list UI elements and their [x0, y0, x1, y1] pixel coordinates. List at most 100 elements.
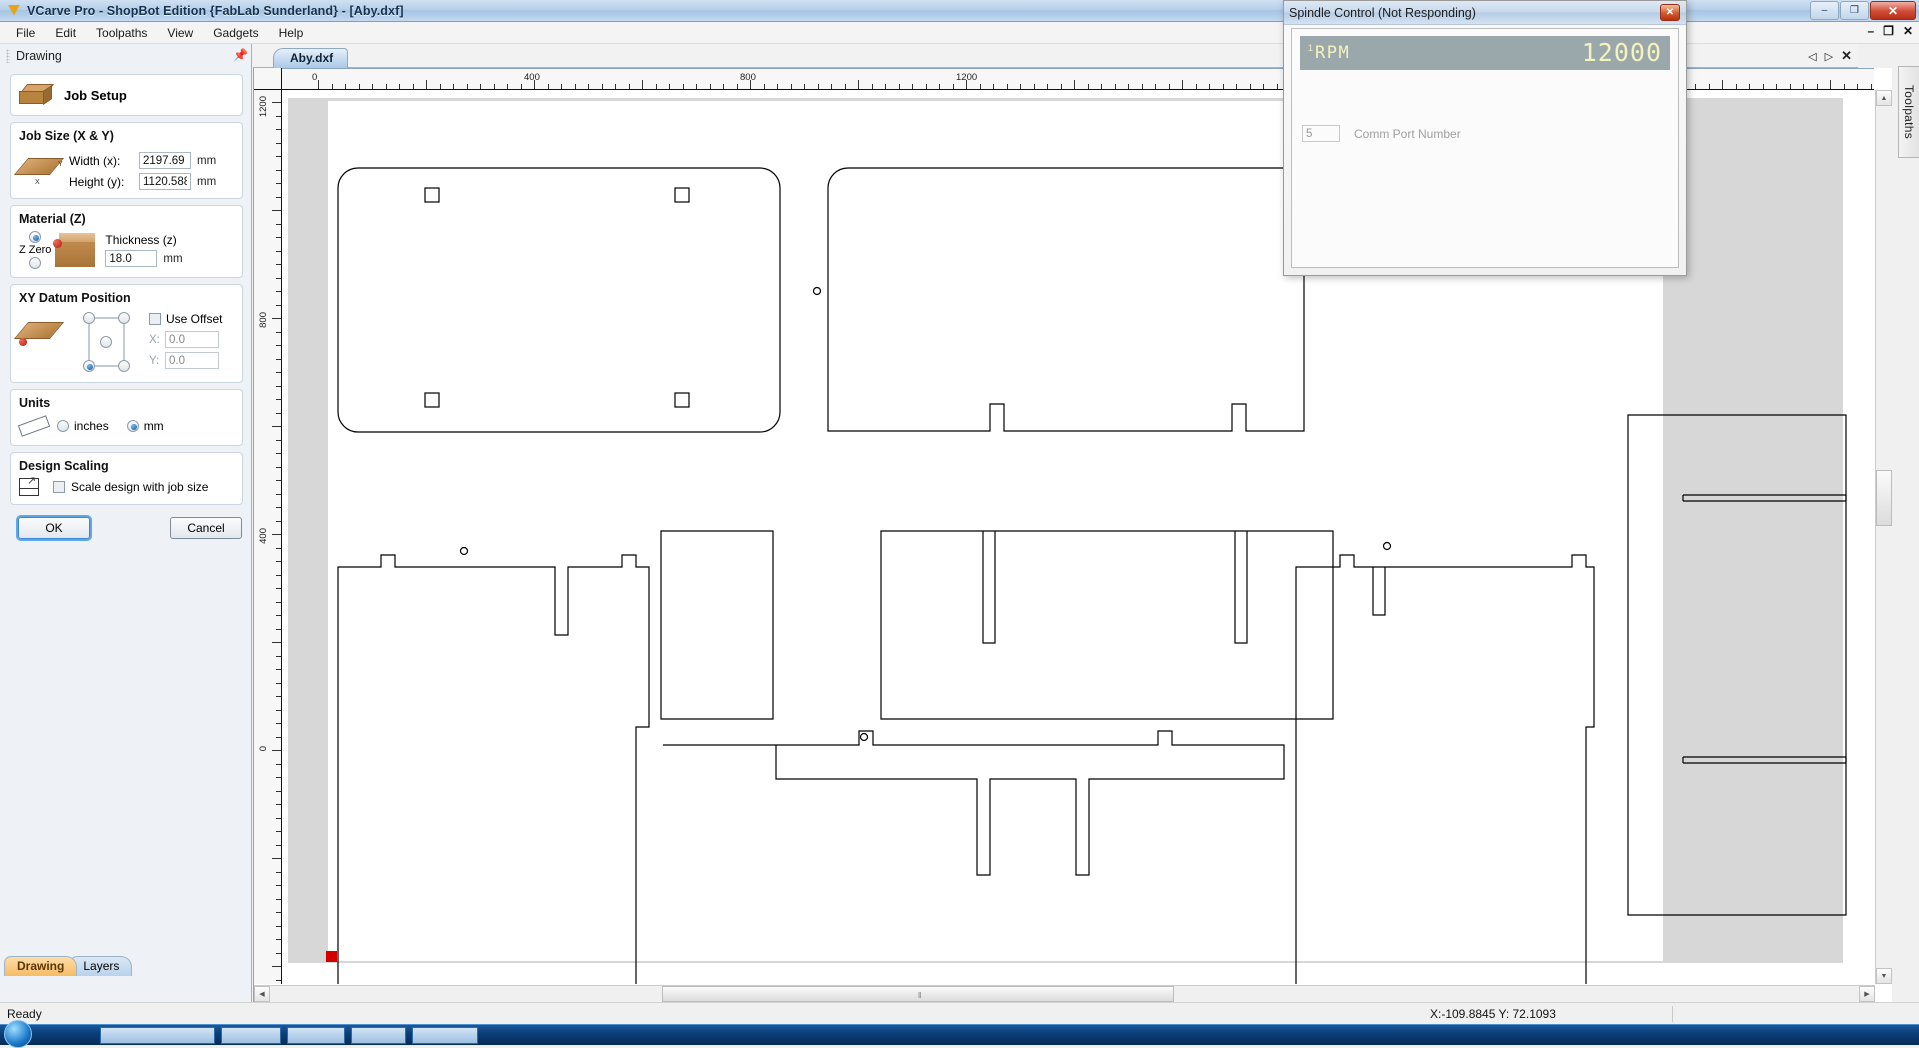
- datum-center-radio[interactable]: [100, 336, 112, 348]
- menu-item-file[interactable]: File: [6, 23, 45, 43]
- job-size-title: Job Size (X & Y): [19, 129, 114, 143]
- job-size-group: Job Size (X & Y) X Y Width (x): mm Heigh…: [10, 122, 243, 199]
- menu-item-edit[interactable]: Edit: [45, 23, 86, 43]
- taskbar-item[interactable]: [412, 1027, 478, 1044]
- panel-header: Drawing 📌: [0, 44, 251, 68]
- status-message: Ready: [7, 1006, 42, 1021]
- pin-icon[interactable]: 📌: [233, 49, 248, 62]
- scroll-up-button[interactable]: ▲: [1876, 90, 1892, 106]
- menu-item-toolpaths[interactable]: Toolpaths: [86, 23, 157, 43]
- datum-bottom-right-radio[interactable]: [118, 360, 130, 372]
- scroll-down-button[interactable]: ▼: [1876, 968, 1892, 984]
- tab-layers[interactable]: Layers: [70, 956, 133, 976]
- thickness-unit: mm: [163, 252, 183, 265]
- v-ruler-label-800: 800: [258, 312, 269, 328]
- use-offset-checkbox[interactable]: [149, 313, 161, 325]
- document-close-button[interactable]: ✕: [1903, 24, 1913, 38]
- job-width-input[interactable]: [139, 152, 191, 169]
- ruler-icon: [19, 415, 49, 437]
- spindle-close-button[interactable]: ✕: [1660, 4, 1680, 21]
- datum-x-input[interactable]: [165, 331, 219, 348]
- triangle-right-icon[interactable]: ▷: [1825, 50, 1833, 63]
- menu-item-gadgets[interactable]: Gadgets: [203, 23, 268, 43]
- taskbar-item[interactable]: [221, 1027, 281, 1044]
- job-setup-header[interactable]: Job Setup: [10, 74, 243, 116]
- datum-position-grid: [79, 312, 141, 374]
- horizontal-scroll-thumb[interactable]: ‖: [662, 986, 1174, 1002]
- rpm-value: 12000: [1581, 38, 1662, 67]
- units-mm-label: mm: [143, 419, 164, 433]
- triangle-left-icon[interactable]: ◁: [1808, 50, 1816, 63]
- close-icon[interactable]: ✕: [1841, 48, 1852, 64]
- z-zero-bottom-radio[interactable]: [29, 257, 42, 269]
- comm-port-row: Comm Port Number: [1302, 125, 1461, 142]
- scroll-left-button[interactable]: ◀: [254, 986, 270, 1002]
- h-ruler-label-400: 400: [524, 72, 540, 83]
- h-ruler-label-0: 0: [312, 72, 318, 83]
- vertical-scroll-thumb[interactable]: [1876, 470, 1892, 526]
- windows-taskbar: [0, 1020, 1919, 1048]
- document-tab-aby-dxf[interactable]: Aby.dxf: [273, 48, 349, 68]
- taskbar-item[interactable]: [287, 1027, 345, 1044]
- job-box-icon: [19, 84, 55, 106]
- document-tab-nav: ◁ ▷ ✕: [1808, 48, 1852, 64]
- job-setup-title: Job Setup: [64, 87, 127, 103]
- datum-plate-icon: [13, 310, 65, 356]
- material-group: Material (Z) Z Zero Thickness (z) mm: [10, 205, 243, 278]
- tab-drawing[interactable]: Drawing: [4, 956, 78, 976]
- taskbar-item[interactable]: [351, 1027, 406, 1044]
- units-inches-radio[interactable]: [57, 420, 69, 432]
- datum-bottom-left-radio[interactable]: [83, 360, 95, 372]
- comm-port-input[interactable]: [1302, 125, 1340, 142]
- app-logo-icon: [6, 4, 22, 18]
- thickness-input[interactable]: [105, 250, 158, 267]
- spindle-control-dialog[interactable]: Spindle Control (Not Responding) ✕ 1 RPM…: [1283, 0, 1687, 276]
- z-zero-top-radio[interactable]: [29, 231, 42, 243]
- origin-marker: [326, 951, 337, 962]
- job-width-row: Width (x): mm: [69, 152, 234, 169]
- job-height-input[interactable]: [139, 173, 191, 190]
- job-height-row: Height (y): mm: [69, 173, 234, 190]
- design-scaling-title: Design Scaling: [19, 459, 109, 473]
- maximize-button[interactable]: ❐: [1840, 1, 1869, 20]
- toolpaths-dock-tab[interactable]: Toolpaths: [1898, 66, 1919, 158]
- panel-buttons: OK Cancel: [16, 515, 251, 541]
- scroll-right-button[interactable]: ▶: [1859, 986, 1875, 1002]
- document-window-controls: – ❐ ✕: [1867, 24, 1913, 38]
- taskbar-item[interactable]: [100, 1027, 215, 1044]
- cursor-coordinates: X:-109.8845 Y: 72.1093: [1430, 1006, 1556, 1021]
- menu-item-view[interactable]: View: [157, 23, 203, 43]
- panel-grip-icon[interactable]: [6, 49, 10, 63]
- status-separator: [1672, 1006, 1673, 1022]
- h-ruler-label-800: 800: [740, 72, 756, 83]
- scale-arrow-icon: [19, 474, 39, 496]
- material-title: Material (Z): [19, 212, 86, 226]
- comm-port-label: Comm Port Number: [1354, 126, 1461, 141]
- datum-top-left-radio[interactable]: [83, 312, 95, 324]
- panel-title: Drawing: [16, 49, 62, 63]
- menu-item-help[interactable]: Help: [269, 23, 314, 43]
- z-zero-label: Z Zero: [19, 244, 52, 256]
- minimize-button[interactable]: –: [1810, 1, 1839, 20]
- material-block-icon: [53, 233, 97, 267]
- thickness-label: Thickness (z): [105, 233, 177, 247]
- document-minimize-button[interactable]: –: [1867, 24, 1874, 38]
- horizontal-scrollbar[interactable]: ◀ ‖ ▶: [254, 985, 1875, 1002]
- units-title: Units: [19, 396, 51, 410]
- status-bar: Ready X:-109.8845 Y: 72.1093: [0, 1002, 1919, 1024]
- start-orb-icon[interactable]: [4, 1020, 32, 1048]
- rpm-display: 1 RPM 12000: [1300, 36, 1670, 70]
- vertical-scrollbar[interactable]: ▲ ▼: [1875, 90, 1892, 984]
- scale-design-checkbox[interactable]: [53, 481, 65, 493]
- drawing-panel: Drawing 📌 Job Setup Job Size (X & Y) X Y…: [0, 44, 252, 1002]
- datum-y-label: Y:: [149, 354, 160, 367]
- document-restore-button[interactable]: ❐: [1883, 24, 1894, 38]
- vertical-ruler: 1200 800 400 0: [254, 90, 282, 984]
- close-button[interactable]: ✕: [1870, 1, 1916, 20]
- datum-y-input[interactable]: [165, 352, 219, 369]
- rpm-superscript: 1: [1308, 43, 1314, 53]
- datum-top-right-radio[interactable]: [118, 312, 130, 324]
- units-mm-radio[interactable]: [126, 420, 139, 432]
- ok-button[interactable]: OK: [16, 515, 92, 541]
- cancel-button[interactable]: Cancel: [170, 517, 242, 539]
